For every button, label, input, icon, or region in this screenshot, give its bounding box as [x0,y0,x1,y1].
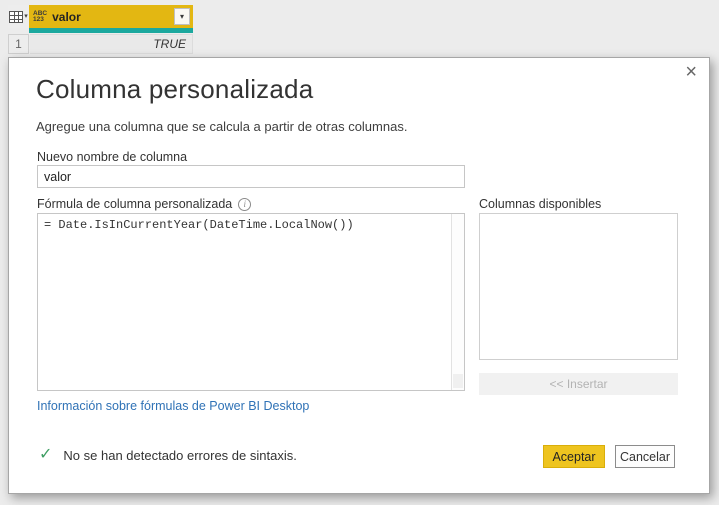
dialog-title: Columna personalizada [36,74,314,104]
available-columns-listbox[interactable] [479,213,678,360]
column-header-valor[interactable]: ABC 123 valor ▾ [29,5,193,28]
formula-scrollbar[interactable] [451,214,464,390]
accept-button[interactable]: Aceptar [543,445,605,468]
formula-label: Fórmula de columna personalizada [37,197,233,211]
chevron-down-icon: ▾ [179,12,184,21]
formula-textarea[interactable]: = Date.IsInCurrentYear(DateTime.LocalNow… [38,214,451,390]
column-name: valor [52,9,81,24]
cancel-button[interactable]: Cancelar [615,445,675,468]
dialog-subtitle: Agregue una columna que se calcula a par… [36,119,408,134]
syntax-status-message: No se han detectado errores de sintaxis. [63,447,297,463]
column-filter-button[interactable]: ▾ [174,8,190,25]
custom-column-dialog: × Columna personalizada Agregue una colu… [8,57,710,494]
new-column-name-input[interactable] [37,165,465,188]
formula-editor: = Date.IsInCurrentYear(DateTime.LocalNow… [37,213,465,391]
table-cell-value[interactable]: TRUE [30,34,193,54]
insert-button[interactable]: << Insertar [479,373,678,395]
column-selection-bar [29,28,193,33]
new-column-name-label: Nuevo nombre de columna [37,150,188,164]
syntax-status: ✓ No se han detectado errores de sintaxi… [39,447,297,463]
row-number-cell[interactable]: 1 [8,34,29,54]
formula-help-link[interactable]: Información sobre fórmulas de Power BI D… [37,399,309,413]
check-icon: ✓ [39,446,53,463]
formula-label-row: Fórmula de columna personalizada i [37,197,252,211]
available-columns-label: Columnas disponibles [479,197,602,211]
table-icon [9,10,24,23]
chevron-down-icon: ▾ [24,13,28,20]
datatype-abc123-icon: ABC 123 [33,9,48,23]
info-icon[interactable]: i [238,197,252,211]
table-corner-button[interactable]: ▾ [8,5,29,28]
close-icon[interactable]: × [685,62,697,82]
